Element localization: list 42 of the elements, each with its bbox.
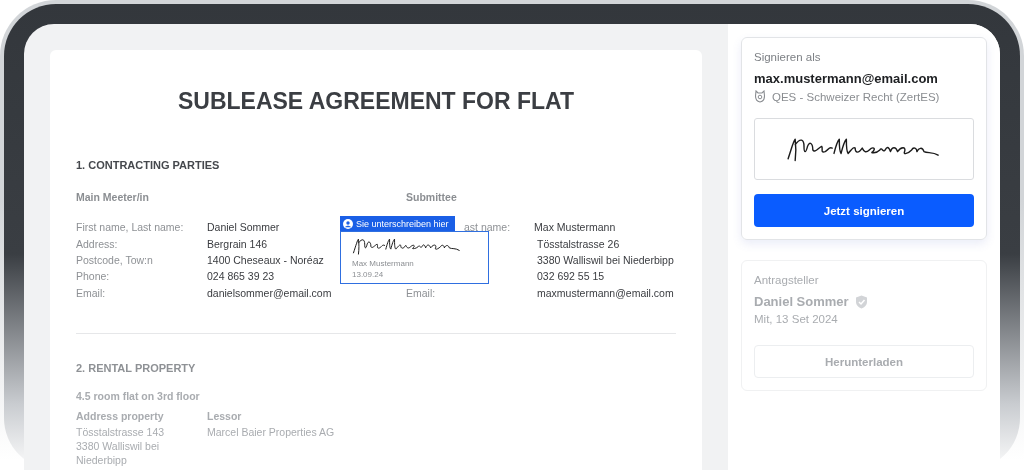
column-heading: Address property — [76, 409, 165, 422]
field-label: Postcode, Tow:n — [76, 253, 154, 266]
field-value: maxmustermann@email.com — [537, 286, 674, 299]
field-value: Daniel Sommer — [207, 221, 280, 234]
signature-field[interactable]: Max Mustermann 13.09.24 — [340, 231, 489, 284]
column-text: Niederbipp — [76, 452, 128, 467]
section-heading: 2. RENTAL PROPERTY — [76, 361, 197, 374]
property-subheading: 4.5 room flat on 3rd floor — [76, 389, 201, 402]
document-title: SUBLEASE AGREEMENT FOR FLAT — [176, 88, 576, 115]
field-value: Bergrain 146 — [207, 237, 268, 250]
download-button[interactable]: Herunterladen — [754, 345, 974, 378]
signature-tag-text: Sie unterschreiben hier — [356, 218, 449, 229]
applicant-name: Daniel Sommer — [754, 294, 849, 309]
card-label: Antragsteller — [754, 274, 820, 286]
sign-button[interactable]: Jetzt signieren — [754, 194, 974, 227]
field-label: Phone: — [76, 270, 111, 283]
field-label: Email: — [406, 286, 437, 299]
section-heading: 1. CONTRACTING PARTIES — [76, 159, 221, 171]
signer-email: max.mustermann@email.com — [754, 71, 939, 86]
certificate-text: QES - Schweizer Recht (ZertES) — [772, 90, 940, 103]
column-heading: Lessor — [207, 409, 243, 422]
column-text: Tösstalstrasse 143 — [76, 424, 166, 439]
certificate-icon — [754, 90, 766, 103]
field-label: First name, Last name: — [76, 221, 185, 234]
card-label: Signieren als — [754, 51, 822, 63]
field-value: 1400 Cheseaux - Noréaz — [207, 253, 324, 266]
signature-date: 13.09.24 — [352, 270, 384, 279]
column-text: Marcel Baier Properties AG — [207, 424, 336, 439]
field-label: Address: — [76, 237, 119, 250]
field-value: Tösstalstrasse 26 — [537, 237, 620, 250]
field-value: 032 692 55 15 — [537, 270, 605, 283]
field-value: danielsommer@email.com — [207, 286, 332, 299]
party-heading: Main Meeter/in — [76, 191, 150, 205]
field-label: Email: — [76, 286, 107, 299]
field-value: 3380 Walliswil bei Niederbipp — [537, 253, 674, 266]
field-value: 024 865 39 23 — [207, 270, 275, 283]
signer-name: Max Mustermann — [352, 259, 414, 268]
party-heading: Submittee — [406, 191, 458, 205]
column-text: 3380 Walliswil bei — [76, 438, 161, 453]
field-label: ast name: — [464, 221, 511, 234]
field-value: Max Mustermann — [534, 221, 616, 234]
applicant-date: Mit, 13 Set 2024 — [754, 313, 839, 325]
